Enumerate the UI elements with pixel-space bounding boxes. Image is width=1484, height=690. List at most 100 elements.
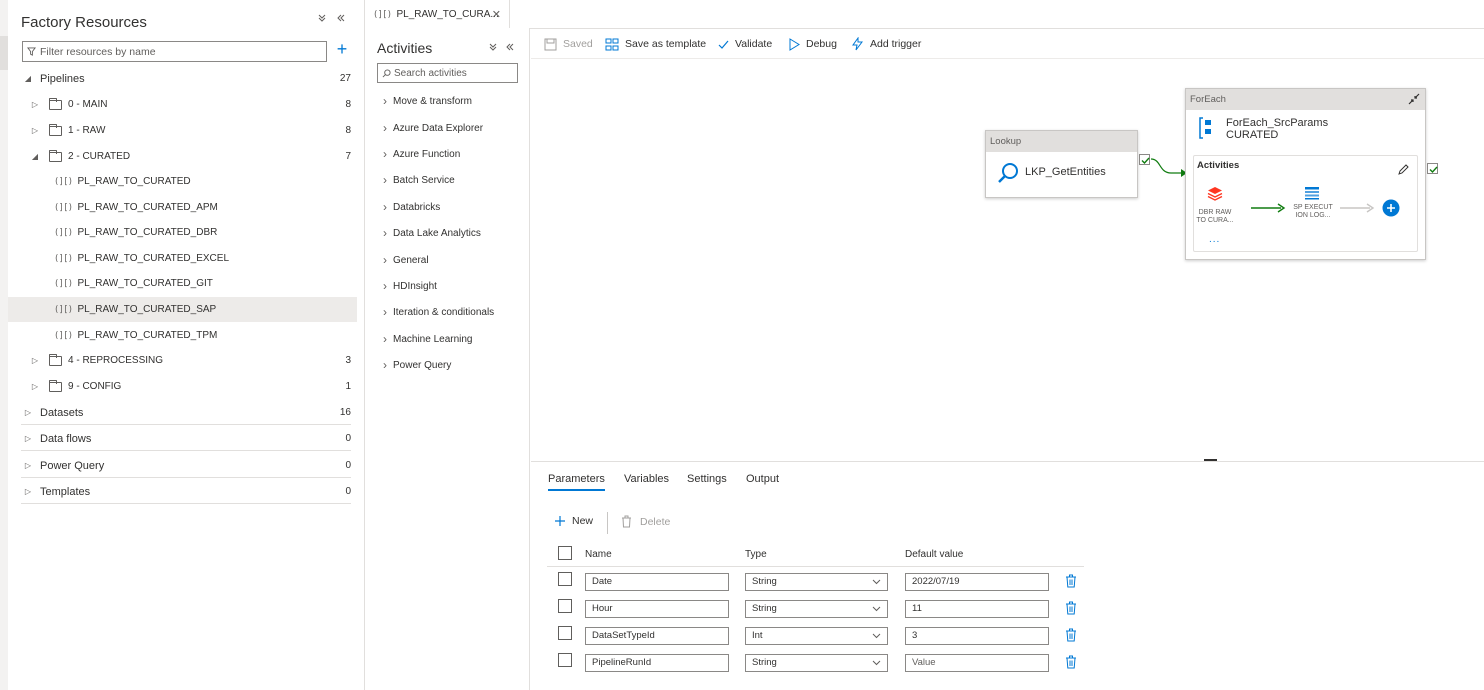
collapse-panel-icon[interactable] xyxy=(336,13,346,23)
parameter-type-select[interactable]: String xyxy=(745,600,888,618)
delete-parameter-button[interactable]: Delete xyxy=(621,515,670,528)
tree-pipeline-item[interactable]: (][) PL_RAW_TO_CURATED_GIT xyxy=(8,271,357,296)
delete-row-trash-icon[interactable] xyxy=(1065,655,1077,669)
delete-row-trash-icon[interactable] xyxy=(1065,628,1077,642)
activity-category[interactable]: › Iteration & conditionals xyxy=(381,303,494,321)
foreach-node-type: ForEach xyxy=(1186,89,1425,110)
activity-category[interactable]: › Power Query xyxy=(381,356,451,374)
tree-pipeline-item[interactable]: (][) PL_RAW_TO_CURATED_TPM xyxy=(8,323,357,348)
parameter-type-select[interactable]: String xyxy=(745,573,888,591)
activity-category[interactable]: › Data Lake Analytics xyxy=(381,224,481,242)
parameter-name-input[interactable]: Hour xyxy=(585,600,729,618)
activity-category[interactable]: › HDInsight xyxy=(381,277,437,295)
delete-row-trash-icon[interactable] xyxy=(1065,574,1077,588)
filter-resources-box[interactable] xyxy=(22,41,327,62)
tab-settings[interactable]: Settings xyxy=(687,473,727,485)
tree-item-count: 27 xyxy=(339,73,351,84)
tree-pipeline-item[interactable]: (][) PL_RAW_TO_CURATED_APM xyxy=(8,195,357,220)
tree-section-item[interactable]: ▷ Templates 0 xyxy=(8,479,357,504)
tree-folder-item[interactable]: ◢ 2 - CURATED 7 xyxy=(8,144,357,169)
parameter-type-select[interactable]: String xyxy=(745,654,888,672)
activity-category[interactable]: › Azure Data Explorer xyxy=(381,119,483,137)
tree-section-item[interactable]: ▷ Data flows 0 xyxy=(8,426,357,451)
foreach-activity-node[interactable]: ForEach ForEach_SrcParams CURATED Activi… xyxy=(1185,88,1426,260)
chevron-down-icon[interactable]: ◢ xyxy=(30,152,40,161)
add-activity-icon[interactable] xyxy=(1382,199,1400,217)
lookup-success-check[interactable] xyxy=(1139,154,1150,165)
chevron-right-icon[interactable]: ▷ xyxy=(23,487,33,496)
parameter-row: DataSetTypeId Int 3 xyxy=(547,626,1084,648)
tree-folder-item[interactable]: ▷ 1 - RAW 8 xyxy=(8,118,357,143)
tree-section-item[interactable]: ◢ Pipelines 27 xyxy=(8,66,357,91)
activity-category[interactable]: › General xyxy=(381,251,429,269)
row-checkbox[interactable] xyxy=(558,653,572,667)
collapse-activities-icon[interactable] xyxy=(505,42,515,52)
chevron-right-icon[interactable]: ▷ xyxy=(30,100,40,109)
parameter-name-input[interactable]: DataSetTypeId xyxy=(585,627,729,645)
parameter-type-select[interactable]: Int xyxy=(745,627,888,645)
activity-category[interactable]: › Machine Learning xyxy=(381,330,473,348)
chevron-right-icon[interactable]: ▷ xyxy=(23,434,33,443)
tab-output[interactable]: Output xyxy=(746,473,779,485)
filter-resources-input[interactable] xyxy=(40,45,320,58)
tree-item-label: Datasets xyxy=(40,406,84,419)
save-as-template-button[interactable]: Save as template xyxy=(605,35,706,53)
search-activities-box[interactable] xyxy=(377,63,518,83)
activity-category[interactable]: › Azure Function xyxy=(381,145,460,163)
checkmark-icon xyxy=(718,40,729,49)
activity-category[interactable]: › Databricks xyxy=(381,198,440,216)
chevron-right-icon[interactable]: ▷ xyxy=(30,382,40,391)
parameter-name-input[interactable]: PipelineRunId xyxy=(585,654,729,672)
tree-folder-item[interactable]: ▷ 4 - REPROCESSING 3 xyxy=(8,348,357,373)
close-tab-icon[interactable]: ✕ xyxy=(492,8,501,21)
tree-folder-item[interactable]: ▷ 0 - MAIN 8 xyxy=(8,92,357,117)
lookup-activity-node[interactable]: Lookup LKP_GetEntities xyxy=(985,130,1138,198)
folder-icon xyxy=(49,97,62,110)
collapse-all-activities-icon[interactable] xyxy=(488,42,498,52)
tree-section-item[interactable]: ▷ Datasets 16 xyxy=(8,400,357,425)
debug-button[interactable]: Debug xyxy=(789,35,837,53)
chevron-down-icon[interactable]: ◢ xyxy=(23,74,33,83)
validate-button[interactable]: Validate xyxy=(718,35,772,53)
tree-folder-item[interactable]: ▷ 9 - CONFIG 1 xyxy=(8,374,357,399)
inner-activity-dbr[interactable]: DBR RAW TO CURA... xyxy=(1196,209,1234,225)
chevron-right-icon[interactable]: ▷ xyxy=(23,408,33,417)
select-all-checkbox[interactable] xyxy=(558,546,572,560)
parameter-default-input[interactable]: 3 xyxy=(905,627,1049,645)
new-parameter-button[interactable]: New xyxy=(554,515,593,527)
inner-activity-sp[interactable]: SP EXECUT ION LOG... xyxy=(1292,204,1334,220)
tab-variables[interactable]: Variables xyxy=(624,473,669,485)
activity-category[interactable]: › Move & transform xyxy=(381,92,472,110)
add-resource-icon[interactable]: + xyxy=(333,40,351,60)
parameter-default-input[interactable]: 2022/07/19 xyxy=(905,573,1049,591)
parameter-default-input[interactable]: 11 xyxy=(905,600,1049,618)
foreach-success-check[interactable] xyxy=(1427,163,1438,174)
saved-button[interactable]: Saved xyxy=(544,35,593,53)
tab-parameters[interactable]: Parameters xyxy=(548,473,605,491)
collapse-all-icon[interactable] xyxy=(317,13,327,23)
activity-category[interactable]: › Batch Service xyxy=(381,171,455,189)
foreach-inner-activities[interactable]: Activities DBR RAW TO CURA... SP EXECUT … xyxy=(1193,155,1418,252)
add-trigger-button[interactable]: Add trigger xyxy=(851,35,921,53)
activities-panel: Activities › Move & transform › Azure Data … xyxy=(365,28,530,690)
row-checkbox[interactable] xyxy=(558,626,572,640)
tree-pipeline-item[interactable]: (][) PL_RAW_TO_CURATED_SAP xyxy=(8,297,357,322)
row-checkbox[interactable] xyxy=(558,572,572,586)
chevron-right-icon[interactable]: ▷ xyxy=(23,461,33,470)
more-activities[interactable]: ... xyxy=(1209,234,1220,245)
tree-pipeline-item[interactable]: (][) PL_RAW_TO_CURATED_EXCEL xyxy=(8,246,357,271)
tree-section-item[interactable]: ▷ Power Query 0 xyxy=(8,453,357,478)
delete-row-trash-icon[interactable] xyxy=(1065,601,1077,615)
tab-pipeline[interactable]: (][) PL_RAW_TO_CURA... ✕ xyxy=(365,0,510,29)
parameter-name-input[interactable]: Date xyxy=(585,573,729,591)
parameter-default-input[interactable]: Value xyxy=(905,654,1049,672)
search-activities-input[interactable] xyxy=(394,67,512,79)
tree-pipeline-item[interactable]: (][) PL_RAW_TO_CURATED_DBR xyxy=(8,220,357,245)
collapse-foreach-icon[interactable] xyxy=(1408,93,1420,105)
row-checkbox[interactable] xyxy=(558,599,572,613)
chevron-right-icon[interactable]: ▷ xyxy=(30,356,40,365)
edit-pencil-icon[interactable] xyxy=(1398,164,1409,175)
chevron-right-icon[interactable]: ▷ xyxy=(30,126,40,135)
tree-pipeline-item[interactable]: (][) PL_RAW_TO_CURATED xyxy=(8,169,357,194)
pipeline-canvas[interactable]: Lookup LKP_GetEntities ForEach ForEach_S… xyxy=(531,59,1484,461)
